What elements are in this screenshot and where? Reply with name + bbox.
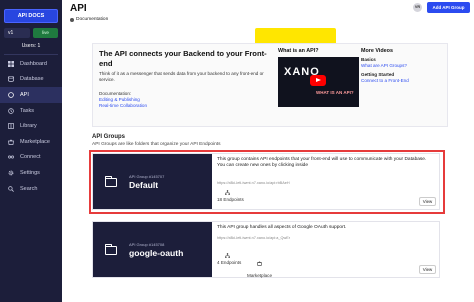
sidebar-item-label: Library [20, 123, 37, 130]
environment-badge[interactable]: live [33, 28, 58, 38]
sidebar-item-label: Connect [20, 154, 41, 161]
sidebar-item-dashboard[interactable]: Dashboard [0, 56, 62, 72]
api-groups-subtitle: API Groups are like folders that organiz… [92, 142, 221, 147]
group-name: google-oauth [129, 248, 184, 258]
sidebar-nav: Dashboard Database API Tasks Library Mar… [0, 56, 62, 196]
version-row: v1 live [4, 28, 58, 38]
banner-description: Think of it as a messenger that sends da… [99, 71, 264, 83]
sidebar-item-label: Settings [20, 169, 40, 176]
banner-title: The API connects your Backend to your Fr… [99, 49, 267, 68]
sidebar-item-library[interactable]: Library [0, 118, 62, 134]
workspace-button[interactable]: API DOCS [4, 9, 58, 23]
add-api-group-button[interactable]: Add API Group [427, 2, 470, 13]
intro-banner: The API connects your Backend to your Fr… [92, 43, 448, 127]
tab-documentation[interactable]: Documentation [70, 17, 108, 22]
users-count[interactable]: Users: 1 [4, 42, 58, 51]
sidebar-item-label: Dashboard [20, 60, 47, 67]
highlight-box [89, 150, 445, 214]
header-tabs: Documentation Video Tutorial [70, 15, 336, 78]
more-link-api-groups[interactable]: What are API Groups? [361, 63, 407, 68]
more-heading-basics: Basics [361, 57, 376, 62]
marketplace-label: Marketplace [247, 273, 273, 278]
version-selector[interactable]: v1 [4, 28, 30, 38]
api-group-card-google-oauth[interactable]: API Group #145708 google-oauth This API … [92, 221, 440, 278]
view-button[interactable]: View [419, 265, 436, 274]
connect-icon [8, 155, 14, 159]
sidebar-item-label: Marketplace [20, 138, 50, 145]
sidebar: API DOCS v1 live Users: 1 Dashboard Data… [0, 0, 62, 302]
doc-link-collaboration[interactable]: Real-time Collaboration [99, 103, 147, 108]
sidebar-item-label: Database [20, 76, 44, 83]
gear-icon [8, 170, 14, 176]
sidebar-item-connect[interactable]: Connect [0, 150, 62, 166]
more-videos-title: More Videos [361, 48, 393, 54]
more-link-front-end[interactable]: Connect to a Front-End [361, 78, 409, 83]
play-icon[interactable] [310, 75, 326, 86]
group-description: This API group handles all aspects of Go… [217, 225, 347, 230]
page-title: API [70, 3, 87, 14]
documentation-icon [70, 17, 74, 22]
sidebar-divider [4, 54, 58, 55]
sidebar-item-label: Search [20, 185, 38, 192]
doc-link-editing[interactable]: Editing & Publishing [99, 97, 140, 102]
endpoints-info: 4 Endpoints [217, 253, 245, 265]
avatar[interactable]: VR [413, 3, 422, 12]
tab-label: Documentation [76, 17, 109, 22]
what-is-api-title: What is an API? [278, 48, 319, 54]
sidebar-item-database[interactable]: Database [0, 72, 62, 88]
folder-icon [104, 244, 117, 255]
endpoints-icon [225, 253, 230, 258]
search-icon [8, 185, 14, 192]
sidebar-item-api[interactable]: API [0, 87, 62, 103]
database-icon [8, 76, 14, 83]
video-player[interactable]: XANO WHAT IS AN API? [278, 57, 359, 107]
endpoints-count: 4 Endpoints [217, 260, 242, 265]
sidebar-item-tasks[interactable]: Tasks [0, 103, 62, 119]
marketplace-info: Marketplace [247, 253, 272, 278]
sidebar-item-label: Tasks [20, 107, 35, 114]
sidebar-item-label: API [20, 91, 29, 98]
card-thumbnail: API Group #145708 google-oauth [93, 222, 212, 277]
sidebar-item-search[interactable]: Search [0, 181, 62, 197]
sidebar-item-marketplace[interactable]: Marketplace [0, 134, 62, 150]
sidebar-item-settings[interactable]: Settings [0, 165, 62, 181]
video-caption: WHAT IS AN API? [316, 90, 354, 95]
marketplace-icon [8, 139, 14, 145]
documentation-label: Documentation: [99, 91, 132, 96]
group-id-label: API Group #145708 [129, 242, 165, 247]
api-icon [8, 92, 14, 98]
dashboard-icon [8, 60, 14, 67]
group-url[interactable]: https://x8ki-letl-twmt.n7.xano.io/api:a_… [217, 236, 317, 240]
marketplace-icon [257, 261, 262, 266]
api-groups-title: API Groups [92, 134, 126, 140]
library-icon [8, 123, 14, 129]
tasks-icon [8, 107, 14, 114]
more-heading-getting-started: Getting Started [361, 72, 395, 77]
